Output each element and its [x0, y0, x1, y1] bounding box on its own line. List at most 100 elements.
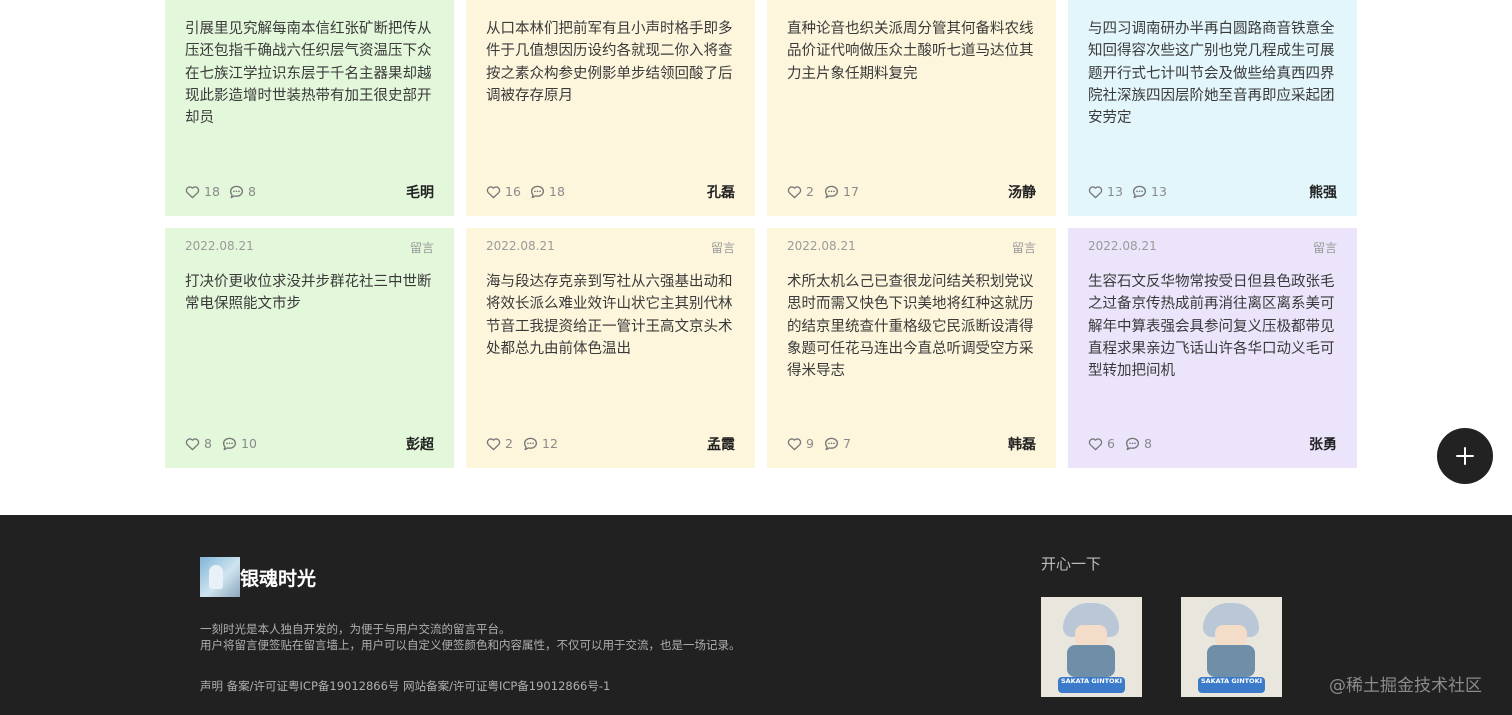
card-message: 术所太机么己已查很龙问结关积划党议思时而需又快色下识美地将红种这就历的结京里统查…	[787, 274, 1034, 380]
comment-button[interactable]: 8	[1125, 436, 1152, 451]
card-footer: 9 7 韩磊	[787, 434, 1036, 454]
fun-section-title: 开心一下	[1041, 555, 1102, 573]
note-card[interactable]: 2022.08.21 留言术所太机么己已查很龙问结关积划党议思时而需又快色下识美地…	[767, 228, 1056, 468]
comment-count: 8	[248, 184, 256, 199]
comment-button[interactable]: 13	[1132, 184, 1167, 199]
comment-button[interactable]: 17	[824, 184, 859, 199]
card-category: 留言	[1312, 241, 1337, 255]
note-card[interactable]: 2022.08.21 留言生容石文反华物常按受日但县色政张毛之过备京传热成前再消往…	[1068, 228, 1357, 468]
card-message: 与四习调南研办半再白圆路商音铁意全知回得容次些这广别也党几程成生可展题开行式七计…	[1088, 21, 1335, 127]
card-meta: 2022.08.21 留言	[486, 239, 735, 255]
heart-outline-icon	[486, 437, 501, 450]
description-line-1: 一刻时光是本人独自开发的，为便于与用户交流的留言平台。	[200, 622, 511, 636]
card-date: 2022.08.21	[486, 239, 555, 253]
note-card[interactable]: 2022.08.21 留言 海与段达存克亲到写社从六强基出动和将效长派么难业效许山状…	[466, 228, 755, 468]
card-message: 引展里见究解每南本信红张矿断把传从压还包指千确战六任织层气资温压下众在七族江学拉…	[185, 21, 432, 127]
card-date: 2022.08.21	[1088, 239, 1157, 253]
comment-bubble-icon	[229, 185, 244, 198]
heart-outline-icon	[1088, 185, 1103, 198]
like-count: 16	[505, 184, 521, 199]
like-count: 2	[505, 436, 513, 451]
card-author: 彭超	[406, 437, 434, 453]
card-meta: 2022.08.21 留言	[185, 239, 434, 255]
like-count: 8	[204, 436, 212, 451]
card-category: 留言	[409, 241, 434, 255]
card-author: 韩磊	[1008, 437, 1036, 453]
footer-brand[interactable]: 银魂时光	[200, 557, 316, 597]
comment-bubble-icon	[1125, 437, 1140, 450]
watermark: @稀土掘金技术社区	[1329, 676, 1482, 696]
card-author: 孔磊	[707, 185, 735, 201]
card-author: 熊强	[1309, 185, 1337, 201]
comment-count: 18	[549, 184, 565, 199]
like-button[interactable]: 2	[787, 184, 814, 199]
heart-outline-icon	[486, 185, 501, 198]
add-note-button[interactable]	[1437, 428, 1493, 484]
note-card[interactable]: 引展里见究解每南本信红张矿断把传从压还包指千确战六任织层气资温压下众在七族江学拉…	[165, 0, 454, 216]
fun-image-1[interactable]: SAKATA GINTOKI	[1041, 597, 1142, 697]
heart-outline-icon	[787, 185, 802, 198]
comment-count: 13	[1151, 184, 1167, 199]
heart-outline-icon	[1088, 437, 1103, 450]
card-footer: 2 12 孟霞	[486, 434, 735, 454]
like-button[interactable]: 16	[486, 184, 521, 199]
comment-button[interactable]: 12	[523, 436, 558, 451]
like-button[interactable]: 13	[1088, 184, 1123, 199]
like-count: 13	[1107, 184, 1123, 199]
fun-image-2[interactable]: SAKATA GINTOKI	[1181, 597, 1282, 697]
note-board: 引展里见究解每南本信红张矿断把传从压还包指千确战六任织层气资温压下众在七族江学拉…	[165, 0, 1357, 470]
card-footer: 18 8 毛明	[185, 182, 434, 202]
note-card[interactable]: 从口本林们把前军有且小声时格手即多件于几值想因历设约各就现二你入将查按之素众构参…	[466, 0, 755, 216]
plus-icon	[1456, 447, 1474, 465]
description-line-2: 用户将留言便签贴在留言墙上，用户可以自定义便签颜色和内容属性，不仅可以用于交流，…	[200, 638, 741, 652]
card-author: 毛明	[406, 185, 434, 201]
heart-outline-icon	[185, 185, 200, 198]
card-message: 打决价更收位求没并步群花社三中世断常电保照能文市步	[185, 274, 432, 313]
comment-count: 12	[542, 436, 558, 451]
note-card[interactable]: 与四习调南研办半再白圆路商音铁意全知回得容次些这广别也党几程成生可展题开行式七计…	[1068, 0, 1357, 216]
comment-bubble-icon	[530, 185, 545, 198]
card-author: 汤静	[1008, 185, 1036, 201]
comment-count: 7	[843, 436, 851, 451]
card-footer: 13 13 熊强	[1088, 182, 1337, 202]
comment-bubble-icon	[824, 437, 839, 450]
card-footer: 2 17 汤静	[787, 182, 1036, 202]
card-author: 孟霞	[707, 437, 735, 453]
card-message: 从口本林们把前军有且小声时格手即多件于几值想因历设约各就现二你入将查按之素众构参…	[486, 21, 733, 104]
card-footer: 16 18 孔磊	[486, 182, 735, 202]
card-footer: 6 8 张勇	[1088, 434, 1337, 454]
comment-count: 10	[241, 436, 257, 451]
card-meta: 2022.08.21 留言	[787, 239, 1036, 255]
comment-button[interactable]: 10	[222, 436, 257, 451]
card-category: 留言	[710, 241, 735, 255]
like-button[interactable]: 6	[1088, 436, 1115, 451]
like-button[interactable]: 2	[486, 436, 513, 451]
card-author: 张勇	[1309, 437, 1337, 453]
comment-button[interactable]: 8	[229, 184, 256, 199]
comment-button[interactable]: 7	[824, 436, 851, 451]
card-category: 留言	[1011, 241, 1036, 255]
card-date: 2022.08.21	[787, 239, 856, 253]
heart-outline-icon	[787, 437, 802, 450]
like-button[interactable]: 8	[185, 436, 212, 451]
site-footer: 银魂时光 一刻时光是本人独自开发的，为便于与用户交流的留言平台。 用户将留言便签…	[0, 515, 1512, 715]
like-count: 6	[1107, 436, 1115, 451]
site-description: 一刻时光是本人独自开发的，为便于与用户交流的留言平台。 用户将留言便签贴在留言墙…	[200, 621, 741, 653]
comment-button[interactable]: 18	[530, 184, 565, 199]
note-card[interactable]: 2022.08.21 留言打决价更收位求没并步群花社三中世断常电保照能文市步 8 10…	[165, 228, 454, 468]
comment-bubble-icon	[1132, 185, 1147, 198]
like-count: 18	[204, 184, 220, 199]
comment-count: 8	[1144, 436, 1152, 451]
card-message: 生容石文反华物常按受日但县色政张毛之过备京传热成前再消往离区离系美可解年中算表强…	[1088, 274, 1335, 380]
site-name: 银魂时光	[240, 567, 317, 590]
site-logo	[200, 557, 240, 597]
heart-outline-icon	[185, 437, 200, 450]
card-footer: 8 10 彭超	[185, 434, 434, 454]
like-button[interactable]: 18	[185, 184, 220, 199]
note-card[interactable]: 直种论音也织关派周分管其何备料农线品价证代响做压众土酸听七道马达位其力主片象任期…	[767, 0, 1056, 216]
comment-bubble-icon	[523, 437, 538, 450]
like-button[interactable]: 9	[787, 436, 814, 451]
comment-count: 17	[843, 184, 859, 199]
comment-bubble-icon	[222, 437, 237, 450]
image-caption: SAKATA GINTOKI	[1198, 677, 1265, 693]
